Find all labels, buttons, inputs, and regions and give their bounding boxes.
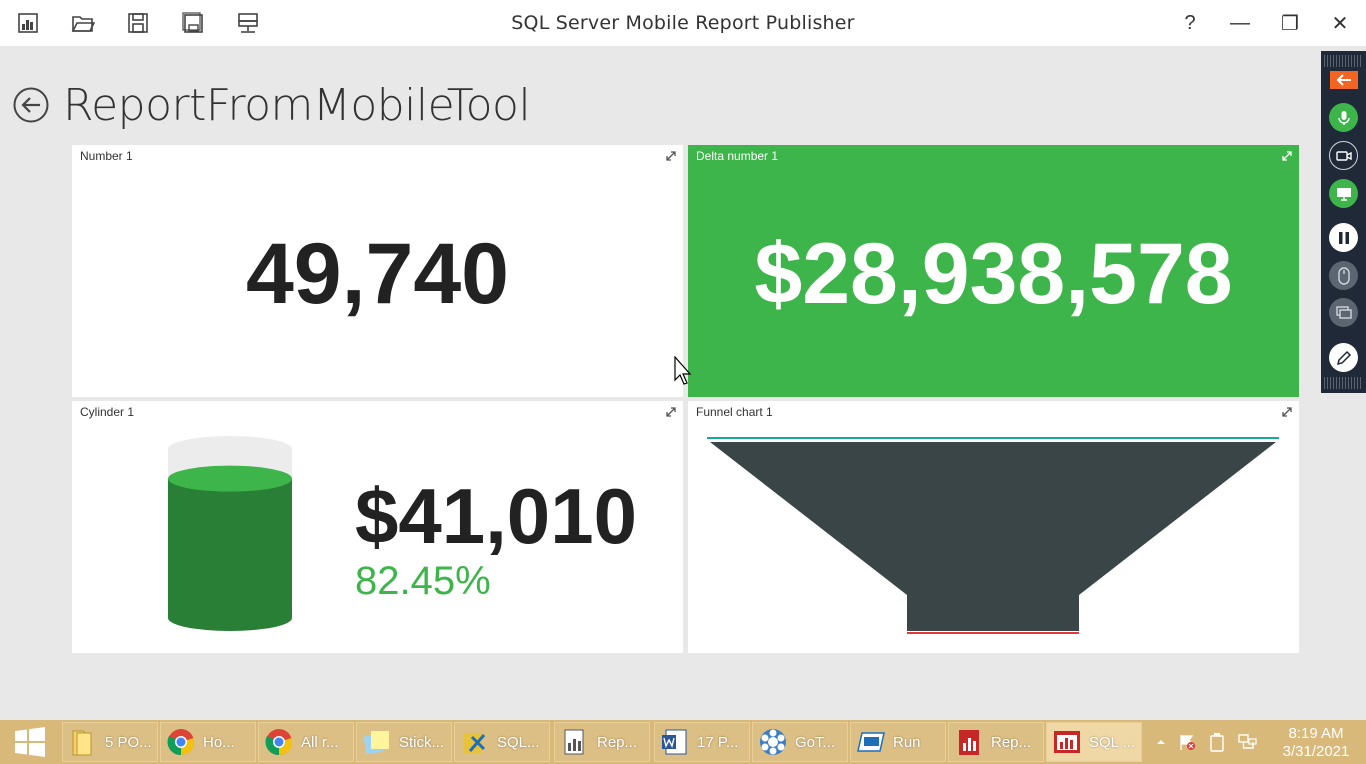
pen-icon[interactable] <box>1329 343 1358 372</box>
taskbar-item-label: 5 PO... <box>105 733 152 751</box>
chrome-icon <box>263 726 295 758</box>
cylinder-fill-top <box>168 465 292 492</box>
minimize-button[interactable]: — <box>1220 8 1260 38</box>
cylinder-gauge <box>168 436 292 631</box>
network-icon[interactable] <box>1232 720 1262 764</box>
cylinder-fill-body <box>168 478 292 618</box>
taskbar-item-label: SQL ... <box>1089 733 1136 751</box>
taskbar-item-label: 17 P... <box>697 733 739 751</box>
word-icon <box>659 726 691 758</box>
sql-tools-icon <box>459 726 491 758</box>
taskbar-item-label: Rep... <box>991 733 1032 751</box>
power-icon[interactable] <box>1202 720 1232 764</box>
taskbar-item[interactable]: All r... <box>258 722 354 762</box>
screen-share-icon[interactable] <box>1329 179 1358 208</box>
mouse-cursor-icon <box>674 356 692 385</box>
drag-handle[interactable] <box>1324 55 1363 67</box>
taskbar-item[interactable]: Rep... <box>554 722 650 762</box>
start-button[interactable] <box>0 720 60 764</box>
expand-icon[interactable] <box>1281 405 1293 417</box>
run-icon <box>855 726 887 758</box>
number-value: 49,740 <box>245 226 510 322</box>
clock[interactable]: 8:19 AM 3/31/2021 <box>1276 725 1356 761</box>
video-camera-icon[interactable] <box>1329 141 1358 170</box>
system-tray <box>1150 720 1262 764</box>
expand-icon[interactable] <box>665 405 677 417</box>
tile-label: Cylinder 1 <box>80 405 135 419</box>
cylinder-tile[interactable]: Cylinder 1 $41,010 82.45% <box>72 401 683 653</box>
mouse-icon[interactable] <box>1329 261 1358 290</box>
taskbar-item[interactable]: GoT... <box>752 722 848 762</box>
cylinder-fill-bottom <box>168 605 292 631</box>
taskbar: 5 PO... Ho... All r... Stick... SQL... Rep...… <box>0 720 1366 764</box>
delta-number-tile[interactable]: Delta number 1 $28,938,578 <box>688 145 1299 397</box>
taskbar-item[interactable]: Run <box>850 722 946 762</box>
funnel-chart <box>707 437 1279 634</box>
taskbar-item[interactable]: 17 P... <box>654 722 750 762</box>
chrome-icon <box>165 726 197 758</box>
taskbar-item[interactable]: Rep... <box>948 722 1044 762</box>
taskbar-item[interactable]: SQL ... <box>1046 722 1142 762</box>
microphone-icon[interactable] <box>1329 103 1358 132</box>
mobile-report-publisher-icon <box>1051 726 1083 758</box>
restore-button[interactable]: ❐ <box>1270 8 1310 38</box>
cylinder-value: $41,010 <box>355 472 637 560</box>
window-title: SQL Server Mobile Report Publisher <box>511 12 855 34</box>
clock-time: 8:19 AM <box>1288 725 1344 742</box>
expand-icon[interactable] <box>665 149 677 161</box>
report-title: ReportFromMobileTool <box>63 80 531 131</box>
delta-value: $28,938,578 <box>754 226 1233 322</box>
back-arrow-icon[interactable] <box>13 87 49 123</box>
number-tile[interactable]: Number 1 49,740 <box>72 145 683 397</box>
windows-logo-icon <box>15 727 45 757</box>
tile-label: Funnel chart 1 <box>696 405 773 419</box>
taskbar-item[interactable]: SQL... <box>454 722 550 762</box>
taskbar-item-label: Stick... <box>399 733 445 751</box>
arrow-left-icon[interactable] <box>1330 71 1358 89</box>
funnel-shape <box>710 442 1276 631</box>
taskbar-item[interactable]: 5 PO... <box>62 722 158 762</box>
cylinder-percent: 82.45% <box>355 559 491 603</box>
pause-icon[interactable] <box>1329 223 1358 252</box>
title-bar: SQL Server Mobile Report Publisher ? — ❐… <box>0 0 1366 46</box>
taskbar-item-label: SQL... <box>497 733 540 751</box>
taskbar-item[interactable]: Ho... <box>160 722 256 762</box>
drag-handle[interactable] <box>1324 377 1363 389</box>
taskbar-item-label: Ho... <box>203 733 235 751</box>
tile-label: Number 1 <box>80 149 133 163</box>
taskbar-item[interactable]: Stick... <box>356 722 452 762</box>
windows-icon[interactable] <box>1329 298 1358 327</box>
action-center-flag-icon[interactable] <box>1172 720 1202 764</box>
show-hidden-icons-icon[interactable] <box>1150 720 1172 764</box>
funnel-chart-tile[interactable]: Funnel chart 1 <box>688 401 1299 653</box>
expand-icon[interactable] <box>1281 149 1293 161</box>
report-builder-icon <box>559 726 591 758</box>
help-button[interactable]: ? <box>1170 8 1210 38</box>
report-icon <box>953 726 985 758</box>
taskbar-item-label: Run <box>893 733 921 751</box>
close-button[interactable]: ✕ <box>1320 8 1360 38</box>
taskbar-item-label: Rep... <box>597 733 638 751</box>
gotomeeting-icon <box>757 726 789 758</box>
clock-date: 3/31/2021 <box>1282 743 1350 760</box>
taskbar-item-label: All r... <box>301 733 339 751</box>
sticky-notes-icon <box>361 726 393 758</box>
tile-label: Delta number 1 <box>696 149 779 163</box>
recording-toolbar <box>1321 51 1366 393</box>
folder-icon <box>67 726 99 758</box>
taskbar-item-label: GoT... <box>795 733 836 751</box>
